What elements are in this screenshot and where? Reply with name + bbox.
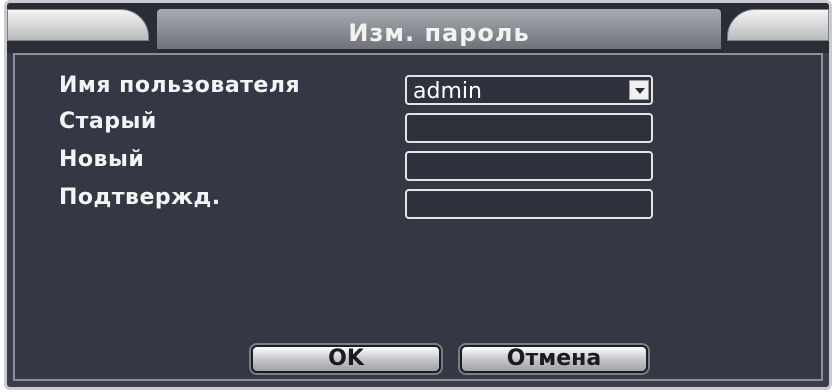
- confirm-password-input[interactable]: [405, 189, 653, 219]
- change-password-dialog: Изм. пароль Имя пользователя admin Стары…: [4, 0, 832, 390]
- old-password-input[interactable]: [405, 113, 653, 143]
- title-band: Изм. пароль: [157, 9, 721, 49]
- dialog-title: Изм. пароль: [348, 19, 530, 47]
- username-label: Имя пользователя: [59, 73, 301, 98]
- new-password-label: Новый: [59, 147, 145, 172]
- dialog-body: Имя пользователя admin Старый Новый Подт…: [13, 53, 823, 381]
- new-password-input[interactable]: [405, 151, 653, 181]
- username-value: admin: [413, 79, 482, 104]
- titlebar-right-tab: [727, 9, 829, 41]
- ok-button[interactable]: OK: [251, 345, 441, 373]
- dialog-titlebar: Изм. пароль: [7, 3, 829, 53]
- dropdown-arrow-icon[interactable]: [629, 80, 649, 100]
- old-password-label: Старый: [59, 109, 157, 134]
- cancel-button[interactable]: Отмена: [460, 345, 648, 373]
- titlebar-left-tab: [7, 9, 149, 41]
- username-select[interactable]: admin: [405, 75, 653, 105]
- confirm-password-label: Подтвержд.: [59, 185, 221, 210]
